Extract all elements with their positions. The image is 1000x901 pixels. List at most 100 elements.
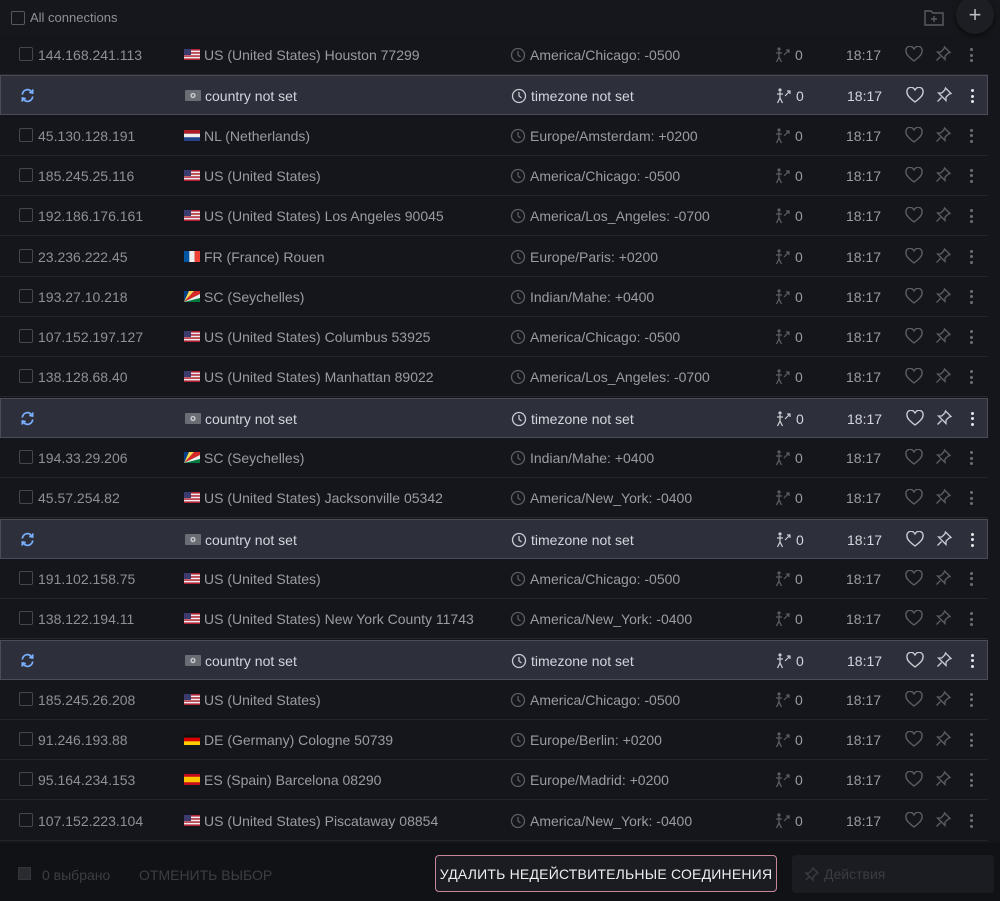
refresh-icon[interactable] xyxy=(19,652,36,669)
invalid-connection-row[interactable]: country not set timezone not set 0 18:17 xyxy=(0,639,988,680)
pin-icon[interactable] xyxy=(934,690,952,708)
connection-row[interactable]: 107.152.197.127 US (United States) Colum… xyxy=(0,317,988,358)
more-options-icon[interactable] xyxy=(966,610,976,628)
favorite-heart-icon[interactable] xyxy=(905,368,923,385)
more-options-icon[interactable] xyxy=(966,812,976,830)
pin-icon[interactable] xyxy=(934,166,952,184)
pin-icon[interactable] xyxy=(934,367,952,385)
more-options-icon[interactable] xyxy=(966,449,976,467)
footer-select-checkbox[interactable] xyxy=(18,867,31,880)
pin-icon[interactable] xyxy=(934,770,952,788)
cancel-selection-button[interactable]: ОТМЕНИТЬ ВЫБОР xyxy=(139,867,272,883)
favorite-heart-icon[interactable] xyxy=(905,489,923,506)
connection-row[interactable]: 191.102.158.75 US (United States) Americ… xyxy=(0,559,988,599)
connection-row[interactable]: 107.152.223.104 US (United States) Pisca… xyxy=(0,801,988,841)
more-options-icon[interactable] xyxy=(966,127,976,145)
favorite-heart-icon[interactable] xyxy=(905,731,923,748)
favorite-heart-icon[interactable] xyxy=(905,569,923,587)
more-options-icon[interactable] xyxy=(967,410,977,428)
row-checkbox[interactable] xyxy=(19,248,33,263)
more-options-icon[interactable] xyxy=(966,207,976,225)
more-options-icon[interactable] xyxy=(966,46,976,64)
row-checkbox[interactable] xyxy=(19,47,33,61)
row-checkbox[interactable] xyxy=(19,732,33,747)
connection-row[interactable]: 144.168.241.113 US (United States) Houst… xyxy=(0,35,988,75)
more-options-icon[interactable] xyxy=(967,87,977,105)
connection-row[interactable]: 185.245.25.116 US (United States) Americ… xyxy=(0,156,988,196)
favorite-heart-icon[interactable] xyxy=(906,87,924,104)
connection-row[interactable]: 23.236.222.45 FR (France) Rouen Europe/P… xyxy=(0,237,988,277)
row-checkbox[interactable] xyxy=(19,127,33,142)
add-folder-icon[interactable] xyxy=(924,8,944,26)
pin-icon[interactable] xyxy=(934,448,952,466)
add-connection-button[interactable]: + xyxy=(956,0,994,34)
more-options-icon[interactable] xyxy=(966,167,976,185)
favorite-heart-icon[interactable] xyxy=(905,126,923,144)
connection-row[interactable]: 45.130.128.191 NL (Netherlands) Europe/A… xyxy=(0,116,988,156)
connection-row[interactable]: 194.33.29.206 SC (Seychelles) Indian/Mah… xyxy=(0,438,988,478)
row-checkbox[interactable] xyxy=(19,611,33,626)
connection-row[interactable]: 185.245.26.208 US (United States) Americ… xyxy=(0,680,988,720)
connection-row[interactable]: 95.164.234.153 ES (Spain) Barcelona 0829… xyxy=(0,760,988,801)
more-options-icon[interactable] xyxy=(967,531,977,549)
favorite-heart-icon[interactable] xyxy=(906,530,924,548)
refresh-icon[interactable] xyxy=(19,87,36,104)
favorite-heart-icon[interactable] xyxy=(906,409,924,427)
favorite-heart-icon[interactable] xyxy=(905,287,923,305)
pin-icon[interactable] xyxy=(934,45,952,63)
favorite-heart-icon[interactable] xyxy=(905,247,923,265)
pin-icon[interactable] xyxy=(934,811,952,829)
row-checkbox[interactable] xyxy=(19,208,33,223)
pin-icon[interactable] xyxy=(934,327,952,345)
pin-icon[interactable] xyxy=(935,651,953,669)
more-options-icon[interactable] xyxy=(966,691,976,709)
pin-icon[interactable] xyxy=(934,730,952,748)
favorite-heart-icon[interactable] xyxy=(905,610,923,627)
row-checkbox[interactable] xyxy=(19,691,33,706)
row-checkbox[interactable] xyxy=(19,450,33,464)
more-options-icon[interactable] xyxy=(966,328,976,346)
favorite-heart-icon[interactable] xyxy=(906,651,924,669)
more-options-icon[interactable] xyxy=(966,248,976,266)
invalid-connection-row[interactable]: country not set timezone not set 0 18:17 xyxy=(0,75,988,116)
pin-icon[interactable] xyxy=(934,609,952,627)
more-options-icon[interactable] xyxy=(966,489,976,507)
pin-icon[interactable] xyxy=(934,488,952,506)
actions-button[interactable]: Действия xyxy=(792,855,994,893)
pin-icon[interactable] xyxy=(934,569,952,587)
favorite-heart-icon[interactable] xyxy=(905,449,923,466)
favorite-heart-icon[interactable] xyxy=(905,690,923,708)
refresh-icon[interactable] xyxy=(19,410,36,427)
favorite-heart-icon[interactable] xyxy=(905,811,923,829)
connection-row[interactable]: 138.122.194.11 US (United States) New Yo… xyxy=(0,599,988,640)
row-checkbox[interactable] xyxy=(19,369,33,384)
pin-icon[interactable] xyxy=(935,86,953,104)
row-checkbox[interactable] xyxy=(19,772,33,787)
row-checkbox[interactable] xyxy=(19,490,33,505)
more-options-icon[interactable] xyxy=(967,652,977,670)
pin-icon[interactable] xyxy=(934,287,952,305)
connection-row[interactable]: 138.128.68.40 US (United States) Manhatt… xyxy=(0,357,988,398)
pin-icon[interactable] xyxy=(934,247,952,265)
connection-row[interactable]: 192.186.176.161 US (United States) Los A… xyxy=(0,196,988,237)
invalid-connection-row[interactable]: country not set timezone not set 0 18:17 xyxy=(0,397,988,438)
connection-row[interactable]: 91.246.193.88 DE (Germany) Cologne 50739… xyxy=(0,720,988,761)
row-checkbox[interactable] xyxy=(19,570,33,585)
connection-row[interactable]: 45.57.254.82 US (United States) Jacksonv… xyxy=(0,478,988,519)
row-checkbox[interactable] xyxy=(19,288,33,303)
more-options-icon[interactable] xyxy=(966,771,976,789)
refresh-icon[interactable] xyxy=(19,531,36,548)
pin-icon[interactable] xyxy=(935,530,953,548)
delete-invalid-connections-button[interactable]: УДАЛИТЬ НЕДЕЙСТВИТЕЛЬНЫЕ СОЕДИНЕНИЯ xyxy=(435,855,777,892)
more-options-icon[interactable] xyxy=(966,368,976,386)
pin-icon[interactable] xyxy=(935,409,953,427)
favorite-heart-icon[interactable] xyxy=(905,46,923,63)
favorite-heart-icon[interactable] xyxy=(905,207,923,224)
row-checkbox[interactable] xyxy=(19,812,33,827)
row-checkbox[interactable] xyxy=(19,167,33,182)
select-all-checkbox[interactable] xyxy=(11,10,25,25)
pin-icon[interactable] xyxy=(934,126,952,144)
more-options-icon[interactable] xyxy=(966,570,976,588)
more-options-icon[interactable] xyxy=(966,288,976,306)
connection-row[interactable]: 193.27.10.218 SC (Seychelles) Indian/Mah… xyxy=(0,277,988,317)
